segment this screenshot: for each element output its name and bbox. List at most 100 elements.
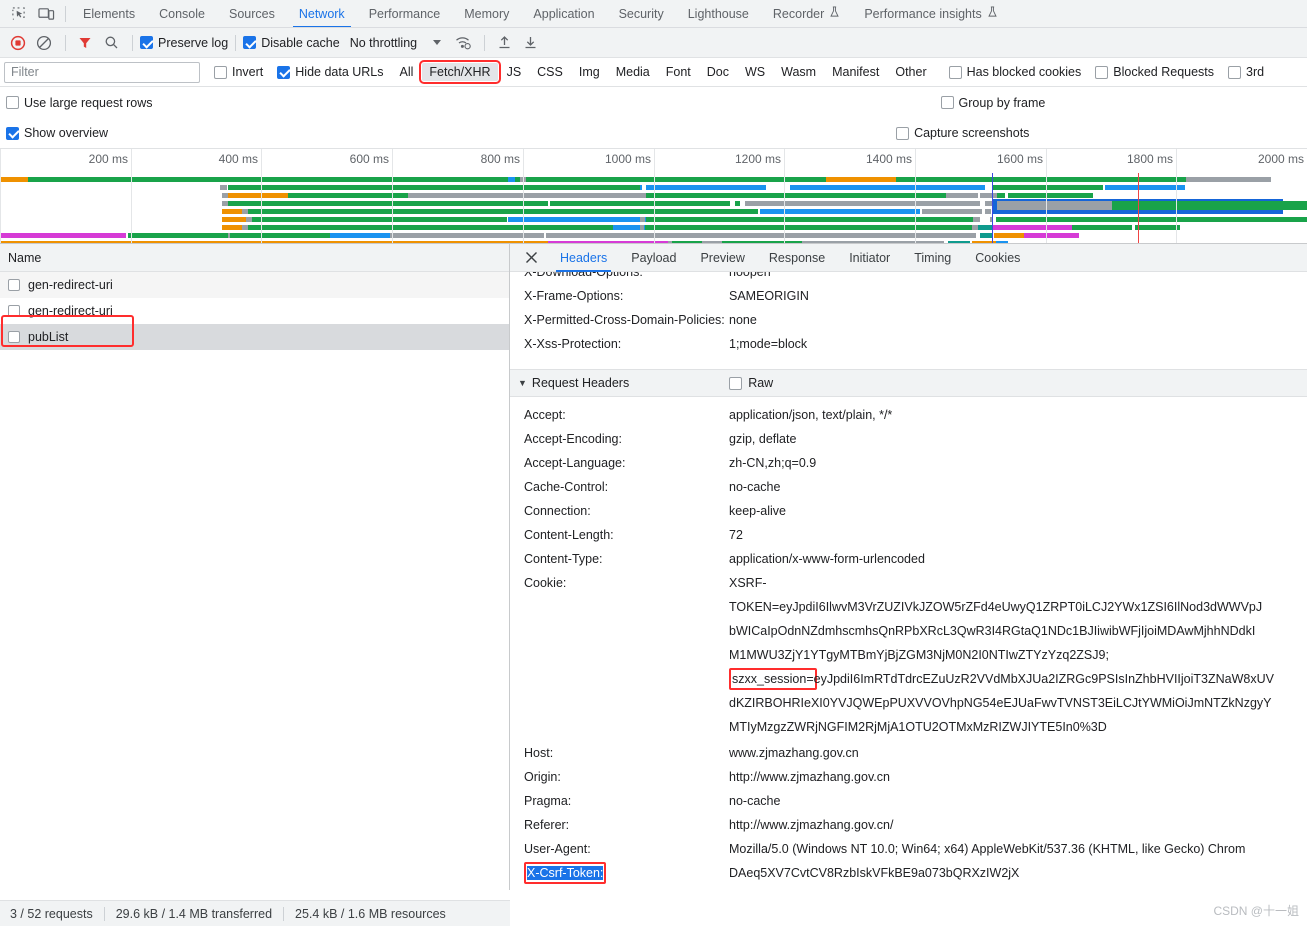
tab-recorder[interactable]: Recorder: [761, 0, 852, 27]
tab-performance-insights[interactable]: Performance insights: [852, 0, 1009, 27]
raw-toggle[interactable]: Raw: [729, 376, 773, 390]
tab-elements[interactable]: Elements: [71, 0, 147, 27]
headers-body[interactable]: X-Download-Options: noopen X-Frame-Optio…: [510, 272, 1307, 890]
filter-type-ws[interactable]: WS: [738, 63, 772, 81]
disable-cache-checkbox[interactable]: Disable cache: [243, 36, 340, 50]
toolbar-divider: [235, 34, 237, 51]
tab-console[interactable]: Console: [147, 0, 217, 27]
network-overview[interactable]: 200 ms 400 ms 600 ms 800 ms 1000 ms 1200 ms 14…: [0, 149, 1307, 244]
request-headers-section-header[interactable]: ▼ Request Headers Raw: [510, 369, 1307, 397]
third-party-checkbox[interactable]: 3rd: [1228, 65, 1264, 79]
hide-data-urls-checkbox[interactable]: Hide data URLs: [277, 65, 384, 79]
filter-type-doc[interactable]: Doc: [700, 63, 736, 81]
overview-bar: [330, 233, 390, 238]
invert-checkbox[interactable]: Invert: [214, 65, 263, 79]
tab-timing[interactable]: Timing: [902, 244, 963, 272]
cookie-line: TOKEN=eyJpdiI6IlwvM3VrZUZIVkJZOW5rZFd4eU…: [729, 600, 1263, 614]
header-value: keep-alive: [729, 504, 786, 518]
tab-headers[interactable]: Headers: [548, 244, 619, 272]
overview-bar: [996, 217, 1126, 222]
tab-memory[interactable]: Memory: [452, 0, 521, 27]
overview-bar: [640, 217, 645, 222]
tab-response[interactable]: Response: [757, 244, 837, 272]
overview-bar: [645, 225, 900, 230]
filter-type-font[interactable]: Font: [659, 63, 698, 81]
tab-network[interactable]: Network: [287, 0, 357, 27]
tab-label: Console: [159, 6, 205, 21]
tab-payload[interactable]: Payload: [619, 244, 688, 272]
network-conditions-icon[interactable]: [451, 31, 475, 55]
tab-security[interactable]: Security: [607, 0, 676, 27]
row-checkbox[interactable]: [8, 278, 20, 291]
import-har-icon[interactable]: [492, 31, 516, 55]
close-icon[interactable]: [520, 247, 542, 269]
filter-type-img[interactable]: Img: [572, 63, 607, 81]
request-row-publist[interactable]: pubList: [0, 324, 509, 350]
device-toolbar-icon[interactable]: [32, 1, 60, 27]
header-value: 72: [729, 528, 743, 542]
request-list-pane: Name gen-redirect-uri gen-redirect-uri p…: [0, 244, 510, 926]
header-row: Origin: http://www.zjmazhang.gov.cn: [510, 765, 1307, 789]
overview-bar: [985, 209, 991, 214]
clear-icon[interactable]: [32, 31, 56, 55]
capture-screenshots-checkbox[interactable]: Capture screenshots: [896, 126, 1029, 140]
header-name: Cache-Control:: [524, 480, 609, 494]
request-rows: gen-redirect-uri gen-redirect-uri pubLis…: [0, 272, 509, 350]
overview-tick-label: 400 ms: [218, 152, 258, 166]
header-row: Host: www.zjmazhang.gov.cn: [510, 741, 1307, 765]
tab-preview[interactable]: Preview: [688, 244, 756, 272]
row-checkbox[interactable]: [8, 304, 20, 317]
record-stop-icon[interactable]: [6, 31, 30, 55]
tab-sources[interactable]: Sources: [217, 0, 287, 27]
group-by-frame-label: Group by frame: [958, 95, 1046, 110]
overview-tick-label: 1200 ms: [734, 152, 781, 166]
inspect-element-icon[interactable]: [4, 1, 32, 27]
tab-performance[interactable]: Performance: [357, 0, 453, 27]
filter-input[interactable]: [4, 61, 200, 83]
dom-content-loaded-marker: [992, 173, 993, 243]
toolbar-divider: [132, 34, 133, 51]
request-row-gen-redirect-uri-2[interactable]: gen-redirect-uri: [0, 298, 509, 324]
csrf-header-row: X-Csrf-Token: DAeq5XV7CvtCV8RzbIskVFkBE9…: [510, 861, 1307, 885]
has-blocked-cookies-checkbox[interactable]: Has blocked cookies: [948, 65, 1081, 79]
search-icon[interactable]: [99, 31, 123, 55]
options-row-1: Use large request rows Group by frame: [0, 87, 1307, 118]
request-row-gen-redirect-uri-1[interactable]: gen-redirect-uri: [0, 272, 509, 298]
filter-type-all[interactable]: All: [393, 63, 421, 81]
throttling-dropdown[interactable]: No throttling: [350, 36, 442, 50]
filter-type-media[interactable]: Media: [609, 63, 657, 81]
filter-type-wasm[interactable]: Wasm: [774, 63, 823, 81]
devtools-tabbar: Elements Console Sources Network Perform…: [0, 0, 1307, 28]
group-by-frame-checkbox[interactable]: Group by frame: [940, 95, 1046, 110]
row-checkbox[interactable]: [8, 330, 20, 343]
tab-initiator[interactable]: Initiator: [837, 244, 902, 272]
overview-bar: [0, 241, 120, 243]
checkbox-box: [896, 126, 910, 140]
devtools-window: Elements Console Sources Network Perform…: [0, 0, 1307, 926]
overview-bar: [896, 177, 984, 182]
flask-icon: [987, 0, 998, 27]
export-har-icon[interactable]: [518, 31, 542, 55]
filter-type-fetch-xhr[interactable]: Fetch/XHR: [419, 60, 501, 84]
overview-bar: [900, 225, 972, 230]
cookie-line: XSRF-: [729, 576, 767, 590]
show-overview-checkbox[interactable]: Show overview: [6, 126, 108, 140]
request-details-pane: Headers Payload Preview Response Initiat…: [510, 244, 1307, 890]
flask-icon: [829, 0, 840, 27]
preserve-log-checkbox[interactable]: Preserve log: [140, 36, 228, 50]
use-large-request-rows-checkbox[interactable]: Use large request rows: [6, 96, 153, 110]
header-value: noopen: [729, 272, 771, 279]
filter-funnel-icon[interactable]: [73, 31, 97, 55]
tab-application[interactable]: Application: [521, 0, 606, 27]
overview-tick: 600 ms: [350, 149, 393, 243]
filter-type-manifest[interactable]: Manifest: [825, 63, 886, 81]
filter-type-css[interactable]: CSS: [530, 63, 570, 81]
cookie-line: bWICaIpOdnNZdmhscmhsQnRPbXRcL3QwR3I4RGta…: [729, 624, 1256, 638]
tab-cookies[interactable]: Cookies: [963, 244, 1032, 272]
filter-type-other[interactable]: Other: [888, 63, 933, 81]
overview-bar: [222, 217, 246, 222]
filter-type-js[interactable]: JS: [500, 63, 529, 81]
tab-lighthouse[interactable]: Lighthouse: [676, 0, 761, 27]
blocked-requests-checkbox[interactable]: Blocked Requests: [1095, 65, 1214, 79]
preserve-log-label: Preserve log: [158, 35, 229, 50]
